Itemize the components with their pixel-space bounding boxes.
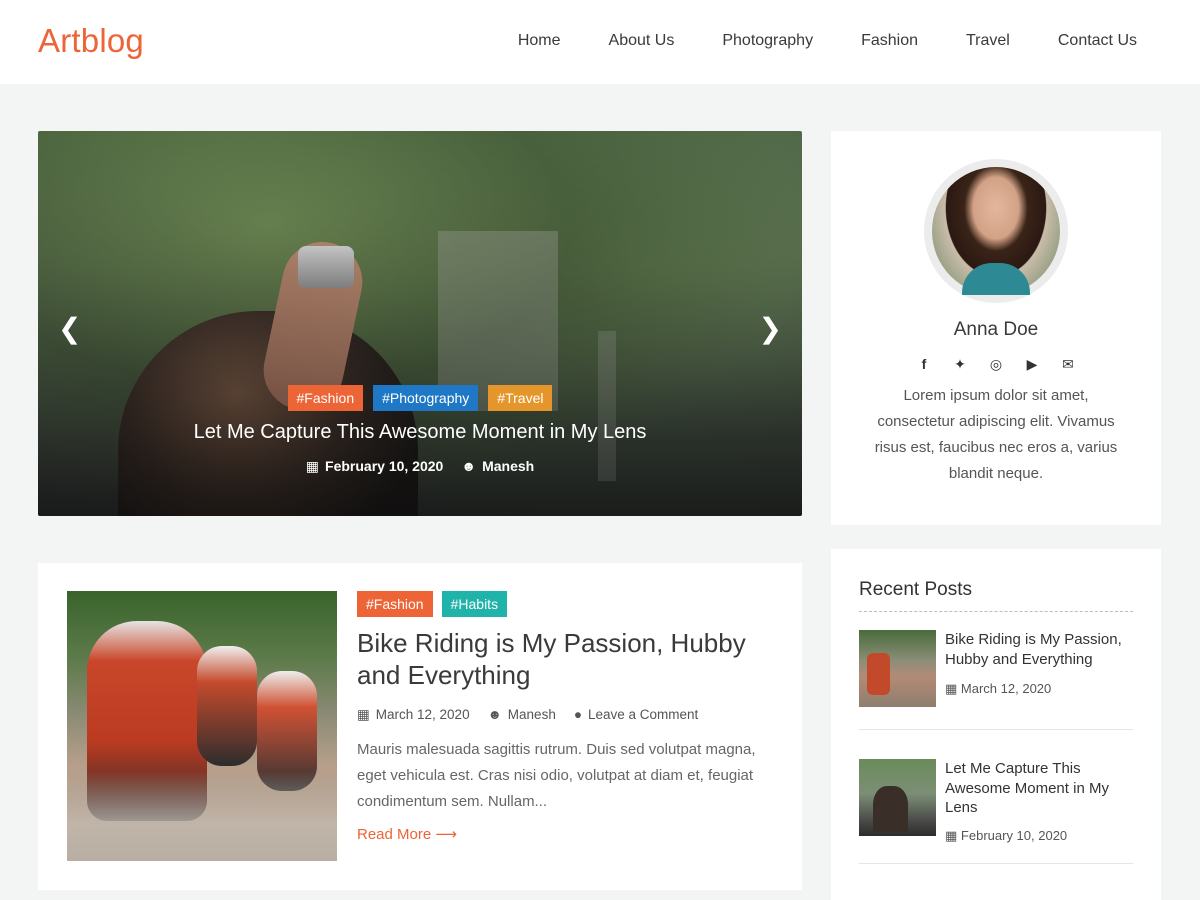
recent-post-date: ▦ February 10, 2020 <box>945 828 1067 844</box>
recent-post-thumb[interactable] <box>859 630 936 707</box>
calendar-icon: ▦ <box>945 828 958 843</box>
nav-item-about-us[interactable]: About Us <box>609 32 675 50</box>
youtube-icon[interactable]: ▶ <box>1023 355 1041 373</box>
recent-post-title[interactable]: Let Me Capture This Awesome Moment in My… <box>945 759 1133 818</box>
profile-name: Anna Doe <box>953 319 1039 340</box>
avatar <box>932 167 1060 295</box>
hero-author-text: Manesh <box>482 458 535 474</box>
tag-travel[interactable]: #Travel <box>488 385 553 411</box>
post-image-rider-2 <box>197 646 257 766</box>
hero-meta: ▦ February 10, 2020 ☻ Manesh <box>38 458 802 475</box>
nav-item-photography[interactable]: Photography <box>722 32 813 50</box>
post-image-dust <box>67 771 337 861</box>
user-icon: ☻ <box>487 707 502 722</box>
site-header: Artblog Home About Us Photography Fashio… <box>0 0 1200 84</box>
nav-item-fashion[interactable]: Fashion <box>861 32 918 50</box>
tag-fashion[interactable]: #Fashion <box>357 591 433 617</box>
recent-post-item[interactable]: Bike Riding is My Passion, Hubby and Eve… <box>859 630 1133 730</box>
recent-post-date-text: March 12, 2020 <box>960 681 1052 696</box>
user-icon: ☻ <box>461 458 477 474</box>
avatar-ring <box>924 159 1068 303</box>
post-meta: ▦ March 12, 2020 ☻ Manesh ● Leave a Comment <box>357 707 766 723</box>
post-comments-text: Leave a Comment <box>587 707 699 722</box>
envelope-icon[interactable]: ✉ <box>1059 355 1077 373</box>
read-more-label: Read More <box>357 826 432 843</box>
chevron-right-icon[interactable]: ❯ <box>759 315 782 343</box>
tag-photography[interactable]: #Photography <box>373 385 479 411</box>
tag-fashion[interactable]: #Fashion <box>287 385 364 411</box>
recent-posts-divider <box>859 611 1133 612</box>
recent-posts-widget: Recent Posts Bike Riding is My Passion, … <box>831 549 1161 900</box>
post-author-text: Manesh <box>507 707 556 722</box>
hero-date[interactable]: ▦ February 10, 2020 <box>306 458 444 475</box>
calendar-icon: ▦ <box>945 681 958 696</box>
nav-item-home[interactable]: Home <box>518 32 561 50</box>
post-card: #Fashion #Habits Bike Riding is My Passi… <box>38 563 802 890</box>
post-comments[interactable]: ● Leave a Comment <box>574 707 698 723</box>
nav-item-contact-us[interactable]: Contact Us <box>1058 32 1137 50</box>
calendar-icon: ▦ <box>305 458 320 474</box>
instagram-icon[interactable]: ◎ <box>987 355 1005 373</box>
post-author[interactable]: ☻ Manesh <box>488 707 556 723</box>
social-links: f ✦ ◎ ▶ ✉ <box>831 355 1161 373</box>
avatar-shirt <box>962 263 1030 295</box>
post-date-text: March 12, 2020 <box>375 707 470 722</box>
hero-tags: #Fashion #Photography #Travel <box>38 385 802 411</box>
post-image[interactable] <box>67 591 337 861</box>
profile-bio: Lorem ipsum dolor sit amet, consectetur … <box>874 387 1118 482</box>
recent-post-date: ▦ March 12, 2020 <box>945 681 1051 697</box>
hero-author[interactable]: ☻ Manesh <box>461 458 534 475</box>
hero-date-text: February 10, 2020 <box>325 458 444 474</box>
post-body: #Fashion #Habits Bike Riding is My Passi… <box>357 591 766 844</box>
facebook-icon[interactable]: f <box>915 355 933 373</box>
recent-post-thumb[interactable] <box>859 759 936 836</box>
calendar-icon: ▦ <box>357 707 370 722</box>
site-logo[interactable]: Artblog <box>38 22 144 60</box>
main-nav: Home About Us Photography Fashion Travel… <box>470 32 1137 50</box>
tag-habits[interactable]: #Habits <box>441 591 508 617</box>
read-more-link[interactable]: Read More ⟶ <box>357 825 457 843</box>
recent-posts-heading: Recent Posts <box>859 579 972 600</box>
arrow-right-icon: ⟶ <box>435 826 457 843</box>
profile-widget: Anna Doe f ✦ ◎ ▶ ✉ Lorem ipsum dolor sit… <box>831 131 1161 525</box>
comment-icon: ● <box>573 707 582 722</box>
hero-slider[interactable]: ❮ ❯ #Fashion #Photography #Travel Let Me… <box>38 131 802 516</box>
hero-title[interactable]: Let Me Capture This Awesome Moment in My… <box>38 421 802 444</box>
post-tags: #Fashion #Habits <box>357 591 766 617</box>
post-excerpt: Mauris malesuada sagittis rutrum. Duis s… <box>357 741 756 810</box>
recent-post-title[interactable]: Bike Riding is My Passion, Hubby and Eve… <box>945 630 1133 669</box>
twitter-icon[interactable]: ✦ <box>951 355 969 373</box>
post-title[interactable]: Bike Riding is My Passion, Hubby and Eve… <box>357 627 766 691</box>
post-date[interactable]: ▦ March 12, 2020 <box>357 707 470 723</box>
chevron-left-icon[interactable]: ❮ <box>58 315 81 343</box>
hero-caption: #Fashion #Photography #Travel Let Me Cap… <box>38 385 802 475</box>
nav-item-travel[interactable]: Travel <box>966 32 1010 50</box>
recent-post-date-text: February 10, 2020 <box>960 828 1068 843</box>
recent-post-item[interactable]: Let Me Capture This Awesome Moment in My… <box>859 759 1133 864</box>
